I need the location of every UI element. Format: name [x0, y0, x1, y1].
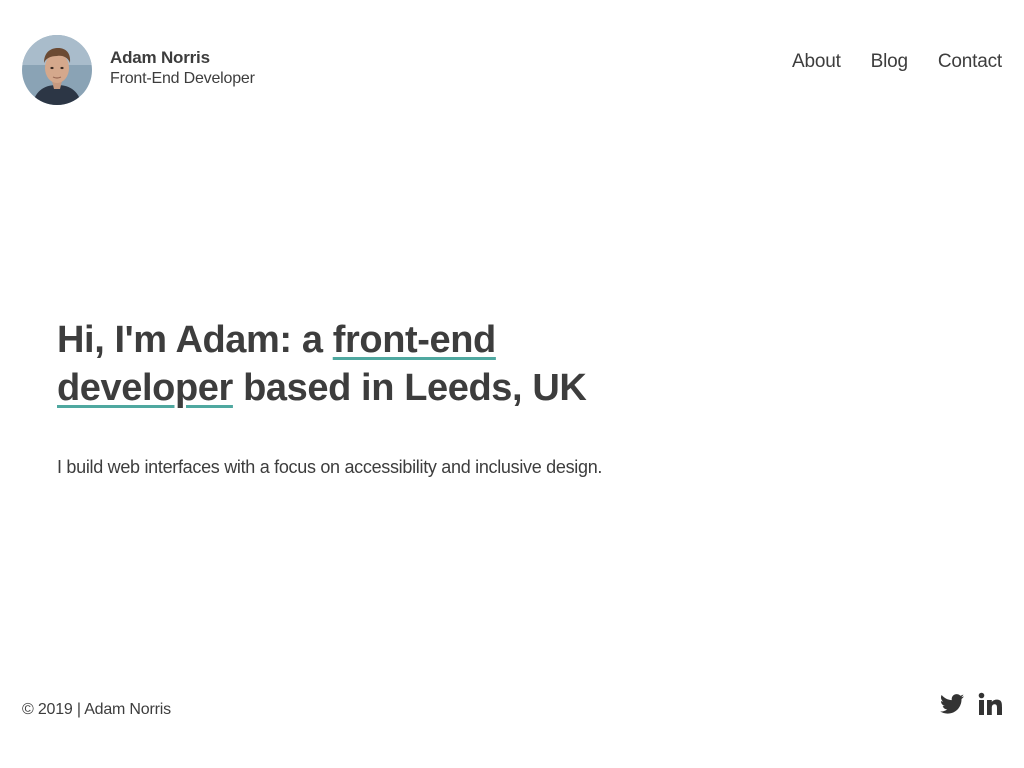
- hero-subtitle: I build web interfaces with a focus on a…: [57, 457, 603, 477]
- nav-about-link[interactable]: About: [792, 51, 841, 73]
- nav-contact-link[interactable]: Contact: [938, 51, 1002, 73]
- linkedin-icon: [978, 692, 1002, 715]
- headline-prefix: Hi, I'm Adam: a: [57, 319, 333, 361]
- copyright-text: © 2019 | Adam Norris: [22, 701, 171, 718]
- linkedin-link[interactable]: [978, 692, 1002, 716]
- brand[interactable]: Adam Norris Front-End Developer: [22, 35, 255, 105]
- hero-headline: Hi, I'm Adam: a front-end developer base…: [57, 316, 677, 412]
- profile-photo-icon: [22, 35, 92, 105]
- hero-section: Hi, I'm Adam: a front-end developer base…: [57, 316, 677, 480]
- twitter-icon: [940, 694, 964, 714]
- main-nav: About Blog Contact: [762, 51, 1002, 73]
- avatar[interactable]: [22, 35, 92, 105]
- twitter-link[interactable]: [940, 694, 964, 714]
- headline-suffix: based in Leeds, UK: [232, 367, 587, 409]
- brand-role: Front-End Developer: [110, 70, 255, 87]
- brand-name[interactable]: Adam Norris: [110, 47, 255, 69]
- social-links: [926, 692, 1002, 716]
- site-footer: © 2019 | Adam Norris: [22, 690, 1002, 730]
- nav-blog-link[interactable]: Blog: [871, 51, 908, 73]
- site-header: Adam Norris Front-End Developer About Bl…: [22, 35, 1002, 105]
- brand-text: Adam Norris Front-End Developer: [110, 47, 255, 89]
